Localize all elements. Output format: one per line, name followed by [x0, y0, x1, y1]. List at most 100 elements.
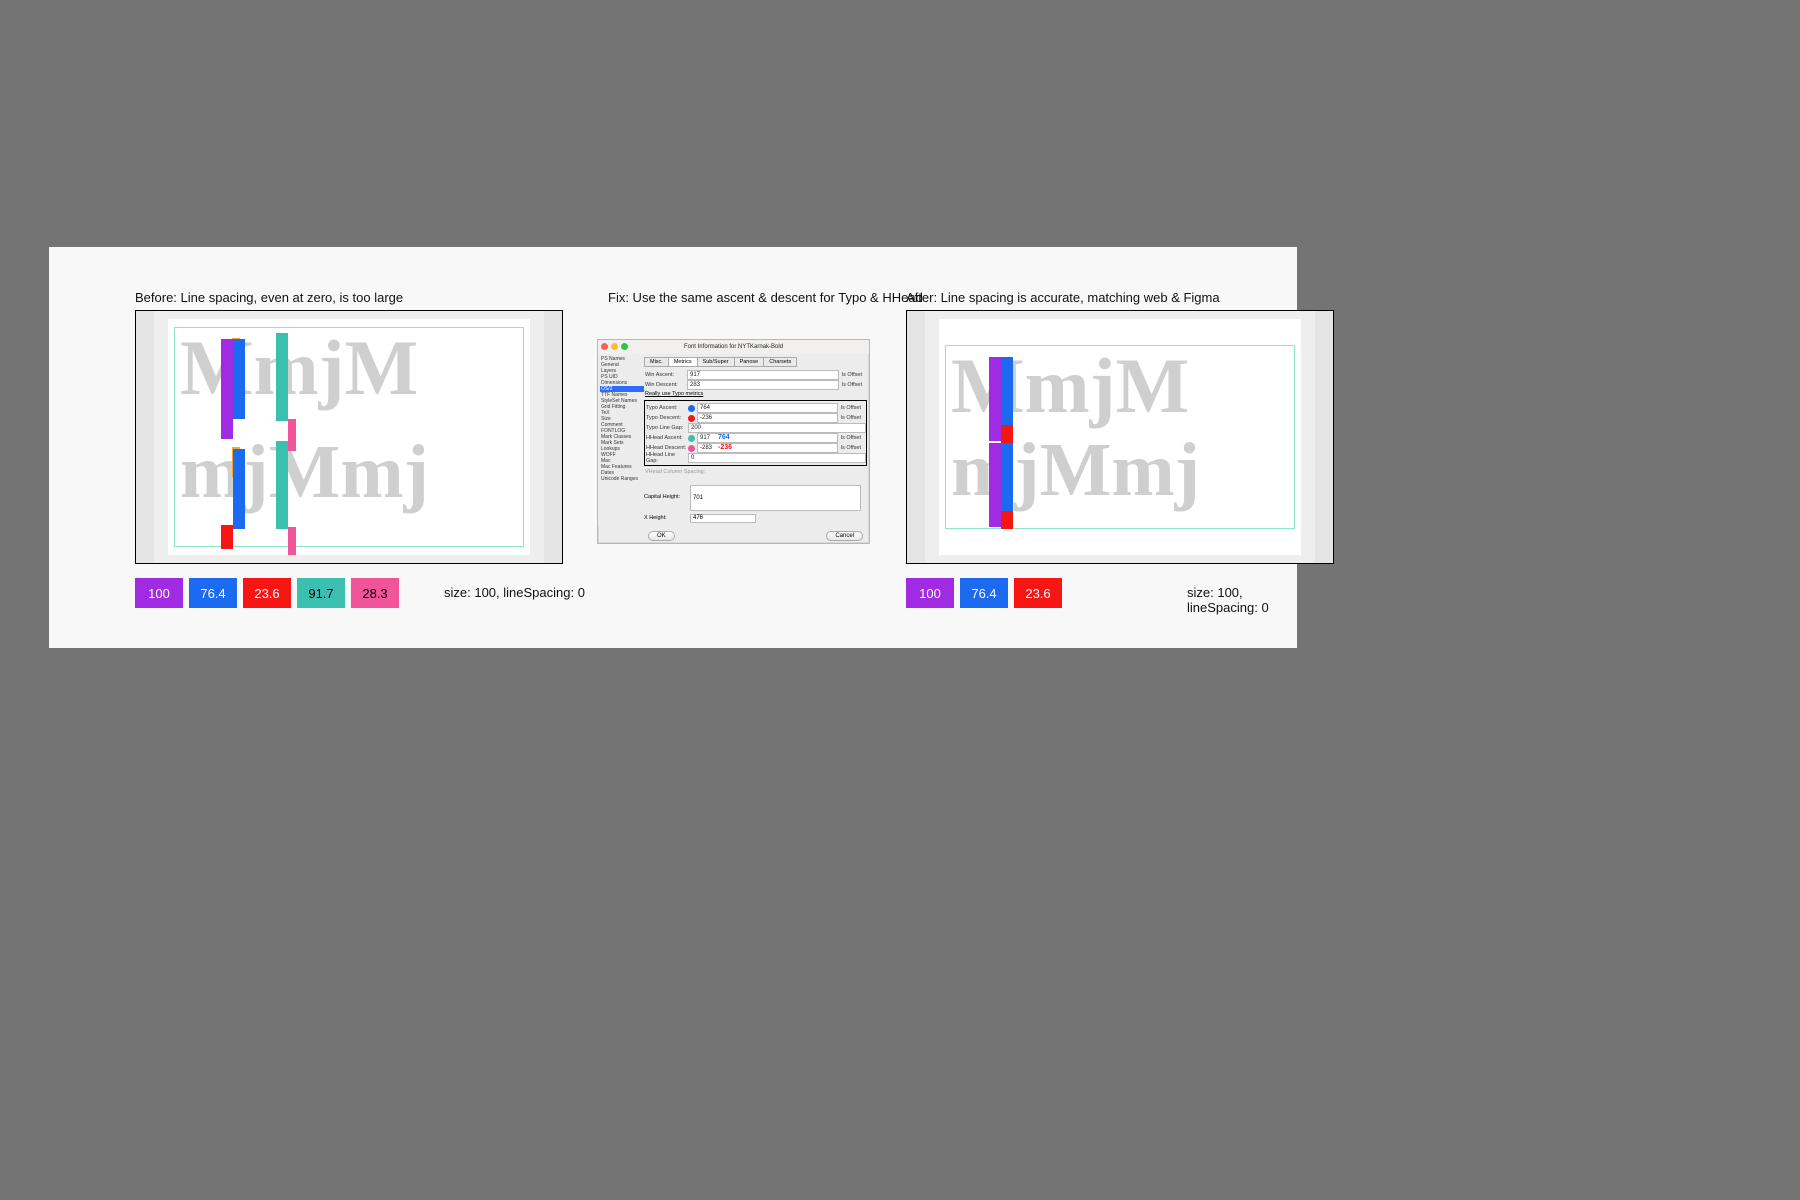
color-dot — [688, 445, 695, 452]
font-info-dialog: Font Information for NYTKarnak-Bold PS N… — [597, 339, 870, 544]
scrollbar-right[interactable] — [1315, 311, 1333, 563]
annotation: 764 — [718, 434, 730, 442]
ok-button[interactable]: OK — [648, 531, 675, 541]
tab[interactable]: Charsets — [763, 357, 797, 367]
capital-height-row: Capital Height: 701 — [644, 485, 861, 511]
dialog-sidebar[interactable]: PS NamesGeneralLayersPS UIDDimensionsOS/… — [598, 354, 646, 527]
x-height-input[interactable]: 476 — [690, 514, 756, 523]
offset-label: Is Offset — [838, 445, 866, 451]
field-label: HHead Descent: — [645, 445, 688, 451]
before-title: Before: Line spacing, even at zero, is t… — [135, 290, 403, 305]
field-label: Win Descent: — [644, 382, 687, 388]
maximize-icon[interactable] — [621, 343, 628, 350]
bar-teal — [276, 333, 288, 421]
sidebar-item[interactable]: Unicode Ranges — [600, 476, 644, 482]
dialog-tabs[interactable]: Misc.MetricsSub/SuperPanoseCharsets — [644, 357, 797, 367]
dialog-titlebar: Font Information for NYTKarnak-Bold — [598, 340, 869, 354]
cancel-button[interactable]: Cancel — [826, 531, 863, 541]
field-label: Win Ascent: — [644, 372, 687, 378]
metric-bars — [221, 329, 331, 554]
bar-red — [221, 525, 233, 549]
after-caption: size: 100, lineSpacing: 0 — [1187, 585, 1297, 615]
bar-blue-2 — [233, 449, 245, 529]
legend-chip: 76.4 — [189, 578, 237, 608]
tab[interactable]: Panose — [734, 357, 764, 367]
bar-red-2 — [1001, 511, 1013, 529]
offset-label: Is Offset — [839, 382, 867, 388]
offset-label: Is Offset — [838, 435, 866, 441]
bar-purple — [221, 339, 233, 439]
legend-chip: 23.6 — [1014, 578, 1062, 608]
scrollbar-right[interactable] — [544, 311, 562, 563]
metric-row: Win Ascent:917Is Offset — [644, 370, 867, 380]
typo-hhead-group: Typo Ascent:764Is OffsetTypo Descent:-23… — [644, 400, 867, 466]
legend-chip: 28.3 — [351, 578, 399, 608]
x-height-label: X Height: — [644, 515, 690, 521]
after-preview: MmjM mjMmj — [906, 310, 1334, 564]
field-input[interactable]: 283 — [687, 380, 839, 390]
annotation: -236 — [718, 444, 732, 452]
field-input[interactable]: 917764 — [697, 433, 838, 443]
legend-chip: 23.6 — [243, 578, 291, 608]
legend-chip: 100 — [135, 578, 183, 608]
scrollbar-left[interactable] — [907, 311, 925, 563]
field-label: HHead Line Gap: — [645, 452, 688, 464]
color-dot — [688, 405, 695, 412]
close-icon[interactable] — [601, 343, 608, 350]
figure-canvas: Before: Line spacing, even at zero, is t… — [49, 247, 1297, 648]
bar-pink-2 — [288, 527, 296, 555]
after-title: After: Line spacing is accurate, matchin… — [906, 290, 1220, 305]
color-dot — [688, 435, 695, 442]
field-input[interactable]: -236 — [697, 413, 838, 423]
page-surface: MmjM mjMmj — [939, 319, 1301, 555]
traffic-lights — [601, 343, 628, 350]
field-label: Typo Descent: — [645, 415, 688, 421]
field-label: Typo Line Gap: — [645, 425, 688, 431]
bar-red — [1001, 425, 1013, 443]
bar-teal-2 — [276, 441, 288, 529]
bar-blue-2 — [1001, 443, 1013, 511]
before-legend: 10076.423.691.728.3 — [135, 578, 399, 608]
bar-purple-2 — [989, 443, 1001, 527]
dialog-title: Font Information for NYTKarnak-Bold — [684, 344, 783, 350]
offset-label: Is Offset — [838, 405, 866, 411]
fix-title: Fix: Use the same ascent & descent for T… — [608, 290, 923, 305]
offset-label: Is Offset — [839, 372, 867, 378]
field-input[interactable]: -283-236 — [697, 443, 838, 453]
tab[interactable]: Sub/Super — [697, 357, 734, 367]
minimize-icon[interactable] — [611, 343, 618, 350]
tab[interactable]: Misc. — [644, 357, 668, 367]
field-input[interactable]: 0 — [688, 453, 866, 463]
legend-chip: 76.4 — [960, 578, 1008, 608]
field-input[interactable]: 764 — [697, 403, 838, 413]
before-caption: size: 100, lineSpacing: 0 — [444, 585, 585, 600]
metric-row: Typo Descent: -236Is Offset — [645, 413, 866, 423]
metric-row: HHead Ascent: 917764Is Offset — [645, 433, 866, 443]
dialog-buttons: OK Cancel — [648, 531, 863, 541]
x-height-row: X Height: 476 — [644, 513, 861, 523]
bar-purple — [989, 357, 1001, 441]
metric-row: Typo Ascent: 764Is Offset — [645, 403, 866, 413]
vhead-gap-label: VHead Column Spacing: — [644, 468, 867, 476]
metric-bars — [989, 329, 1099, 554]
scrollbar-left[interactable] — [136, 311, 154, 563]
offset-label: Is Offset — [838, 415, 866, 421]
bar-pink — [288, 419, 296, 451]
legend-chip: 91.7 — [297, 578, 345, 608]
really-use-typo-checkbox[interactable]: Really use Typo metrics — [644, 390, 867, 398]
bar-blue — [233, 339, 245, 419]
before-preview: MmjM mjMmj — [135, 310, 563, 564]
field-label: HHead Ascent: — [645, 435, 688, 441]
field-input[interactable]: 917 — [687, 370, 839, 380]
field-input[interactable]: 200 — [688, 423, 866, 433]
capital-height-input[interactable]: 701 — [690, 485, 861, 511]
metric-row: Typo Line Gap:200 — [645, 423, 866, 433]
bar-blue — [1001, 357, 1013, 425]
tab[interactable]: Metrics — [668, 357, 697, 367]
after-legend: 10076.423.6 — [906, 578, 1062, 608]
field-label: Typo Ascent: — [645, 405, 688, 411]
capital-height-label: Capital Height: — [644, 494, 680, 500]
page-surface: MmjM mjMmj — [168, 319, 530, 555]
legend-chip: 100 — [906, 578, 954, 608]
color-dot — [688, 415, 695, 422]
